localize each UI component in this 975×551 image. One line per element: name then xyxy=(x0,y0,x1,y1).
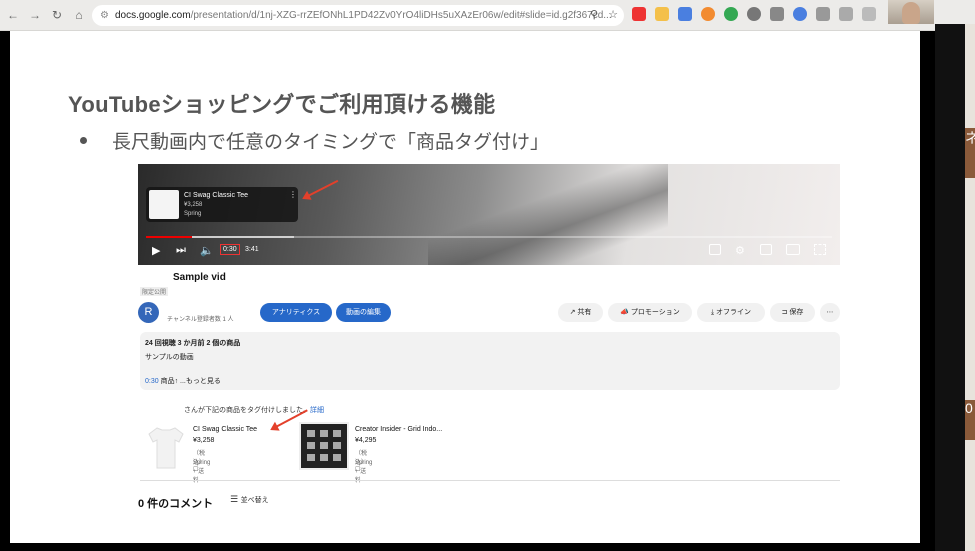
translate-extension-icon[interactable] xyxy=(678,7,692,21)
video-title: Sample vid xyxy=(173,272,226,283)
description-box[interactable]: 24 回視聴 3 か月前 2 個の商品 サンプルの動画 0:30 商品↑ ...… xyxy=(140,332,840,390)
bullet-dot xyxy=(80,137,87,144)
youtube-extension-icon[interactable] xyxy=(632,7,646,21)
section-divider xyxy=(140,480,840,481)
save-label: 保存 xyxy=(789,309,804,316)
puzzle-icon[interactable] xyxy=(839,7,853,21)
address-bar[interactable]: ⚙ docs.google.com /presentation/d/1nj-XZ… xyxy=(92,5,624,26)
tagged-note-text: さんが下記の商品をタグ付けしました。 xyxy=(184,407,310,414)
next-icon[interactable]: ⏭ xyxy=(176,244,186,257)
webcam-overlay xyxy=(888,0,934,24)
promote-button[interactable]: 📣 プロモーション xyxy=(608,303,692,322)
offline-button[interactable]: ⤓ オフライン xyxy=(697,303,765,322)
visibility-badge: 限定公開 xyxy=(140,287,169,296)
annotation-arrow xyxy=(303,179,339,199)
subscriber-count: チャンネル登録者数 1 人 xyxy=(167,317,234,323)
forward-button[interactable]: → xyxy=(24,4,46,26)
zoom-icon[interactable]: ⚲ xyxy=(590,8,598,21)
more-actions-button[interactable]: ⋯ xyxy=(820,303,840,322)
more-options-icon[interactable]: ⋮ xyxy=(289,190,297,199)
product-name: CI Swag Classic Tee xyxy=(193,426,258,433)
progress-played xyxy=(146,236,193,238)
extension-icon[interactable] xyxy=(724,7,738,21)
product-card-name: CI Swag Classic Tee xyxy=(184,192,249,199)
slide-title: YouTubeショッピングでご利用頂ける機能 xyxy=(68,92,496,117)
details-link[interactable]: 詳細 xyxy=(310,407,324,414)
product-price: ¥4,295 xyxy=(355,437,377,444)
play-icon[interactable]: ▶ xyxy=(152,244,160,257)
product-thumbnail xyxy=(149,190,179,219)
side-window xyxy=(965,24,975,551)
sort-icon: ☰ xyxy=(230,494,241,504)
url-path: /presentation/d/1nj-XZG-rrZEfONhL1PD42Zv… xyxy=(190,10,612,21)
tshirt-thumbnail xyxy=(147,422,184,470)
promote-label: プロモーション xyxy=(630,309,680,316)
duration: 3:41 xyxy=(245,246,259,253)
home-button[interactable]: ⌂ xyxy=(68,4,90,26)
offline-label: オフライン xyxy=(716,309,752,316)
product-store: Spring ☐ xyxy=(355,460,373,473)
settings-gear-icon[interactable]: ⚙ xyxy=(735,244,745,257)
timestamp-link[interactable]: 0:30 xyxy=(145,378,159,385)
captions-icon[interactable] xyxy=(709,244,721,255)
analytics-button[interactable]: アナリティクス xyxy=(260,303,332,322)
progress-buffered xyxy=(192,236,295,238)
save-button[interactable]: ⊐ 保存 xyxy=(770,303,815,322)
progress-bar[interactable] xyxy=(146,236,832,238)
show-more-link[interactable]: 商品↑ ...もっと見る xyxy=(159,378,221,385)
dark-margin xyxy=(935,24,965,551)
description-text: サンプルの動画 xyxy=(145,354,194,361)
side-window-label: 0 xyxy=(965,400,975,440)
sort-button[interactable]: ☰ 並べ替え xyxy=(230,494,269,505)
extension-icon[interactable] xyxy=(816,7,830,21)
product-card-store: Spring xyxy=(184,211,202,217)
pillow-thumbnail xyxy=(299,422,349,470)
current-time: 0:30 xyxy=(220,244,240,255)
site-info-icon[interactable]: ⚙ xyxy=(100,10,109,21)
extension-icon[interactable] xyxy=(770,7,784,21)
volume-icon[interactable]: 🔈 xyxy=(200,244,214,257)
comment-count: 0 件のコメント xyxy=(138,498,214,510)
theater-mode-icon[interactable] xyxy=(786,244,800,255)
sort-label: 並べ替え xyxy=(240,497,269,504)
extension-icon[interactable] xyxy=(747,7,761,21)
presenter-face xyxy=(902,2,920,24)
url-domain: docs.google.com xyxy=(114,10,191,21)
slide-canvas: YouTubeショッピングでご利用頂ける機能 長尺動画内で任意のタイミングで「商… xyxy=(10,31,920,543)
slide-bullet: 長尺動画内で任意のタイミングで「商品タグ付け」 xyxy=(80,127,549,154)
description-stats: 24 回視聴 3 か月前 2 個の商品 xyxy=(145,340,241,347)
search-extension-icon[interactable] xyxy=(793,7,807,21)
extensions-row: ⤓ xyxy=(632,7,898,22)
product-name: Creator Insider - Grid Indo... xyxy=(355,426,443,433)
description-footer: 0:30 商品↑ ...もっと見る xyxy=(145,376,221,386)
miniplayer-icon[interactable] xyxy=(760,244,772,255)
share-button[interactable]: ↗ 共有 xyxy=(558,303,603,322)
product-store: Spring ☐ xyxy=(193,460,211,473)
reload-button[interactable]: ↻ xyxy=(46,4,68,26)
product-price: ¥3,258 xyxy=(193,437,215,444)
extension-icon[interactable] xyxy=(655,7,669,21)
product-card-overlay[interactable]: CI Swag Classic Tee ¥3,258 Spring ⋮ xyxy=(146,187,298,222)
omnibox-actions: ⚲ ☆ xyxy=(590,8,618,21)
extension-icon[interactable] xyxy=(701,7,715,21)
bullet-text: 長尺動画内で任意のタイミングで「商品タグ付け」 xyxy=(112,132,550,153)
edit-video-button[interactable]: 動画の編集 xyxy=(336,303,391,322)
video-player[interactable]: CI Swag Classic Tee ¥3,258 Spring ⋮ ▶ ⏭ … xyxy=(138,164,840,265)
sidebar-icon[interactable] xyxy=(862,7,876,21)
share-label: 共有 xyxy=(577,309,592,316)
video-frame-shade xyxy=(428,164,668,265)
back-button[interactable]: ← xyxy=(2,4,24,26)
megaphone-icon: 📣 xyxy=(620,309,631,316)
channel-avatar[interactable]: R xyxy=(138,302,159,323)
bookmark-star-icon[interactable]: ☆ xyxy=(608,8,618,21)
side-window-label: ネ xyxy=(965,128,975,178)
fullscreen-icon[interactable] xyxy=(814,244,826,255)
product-card-price: ¥3,258 xyxy=(184,202,203,208)
